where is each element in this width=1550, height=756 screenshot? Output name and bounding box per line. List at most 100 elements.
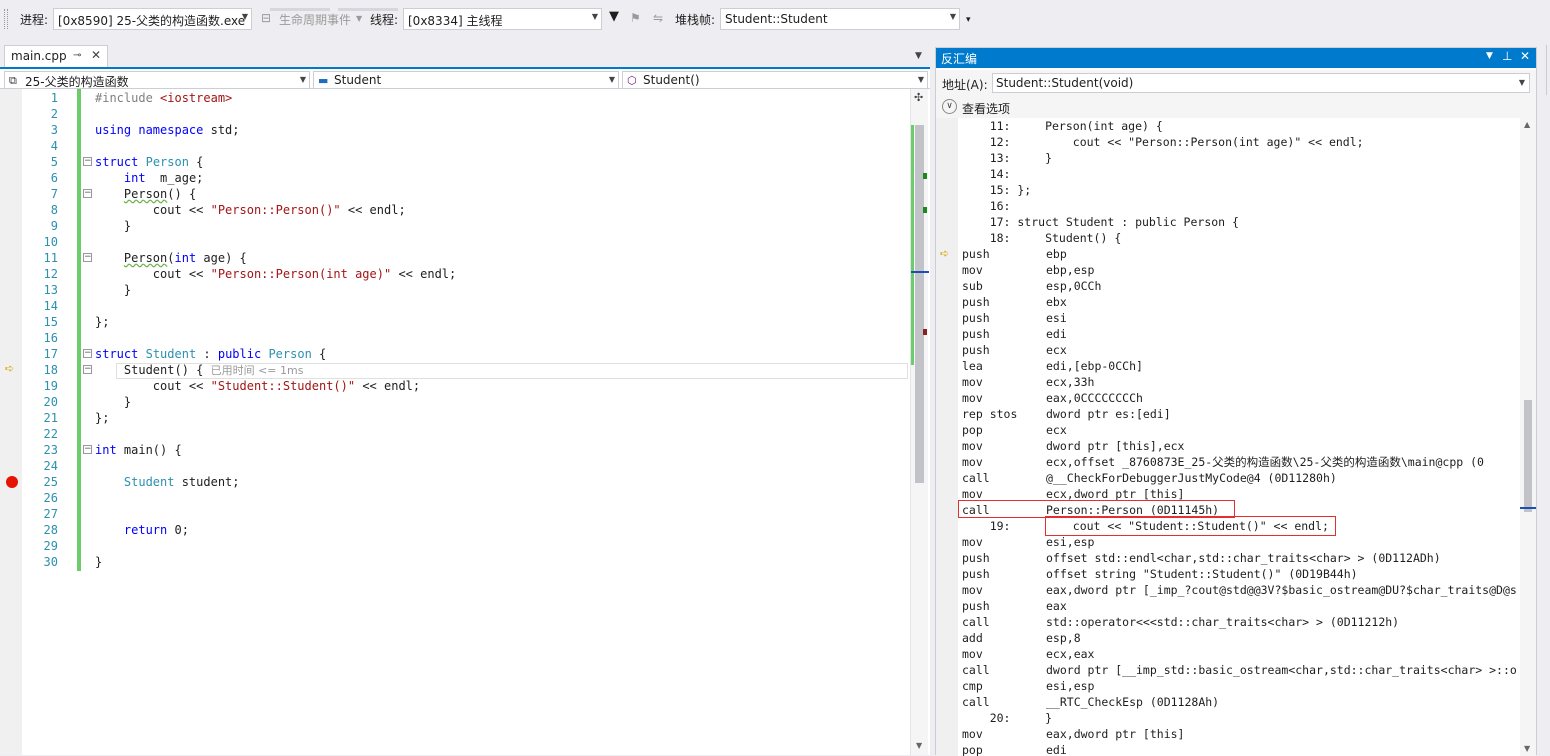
- asm-line: rep stos dword ptr es:[edi]: [962, 407, 1171, 421]
- asm-line: mov eax,dword ptr [_imp_?cout@std@@3V?$ba…: [962, 583, 1517, 597]
- address-value: Student::Student(void): [996, 76, 1134, 90]
- instruction-pointer-icon: ➪: [940, 247, 950, 260]
- tab-label: main.cpp: [11, 49, 67, 63]
- scrollbar-caret-marker: [1520, 507, 1536, 509]
- tab-overflow-icon[interactable]: ▼: [915, 51, 922, 61]
- source-line: 18: Student() {: [962, 231, 1122, 245]
- stack-frame-label: 堆栈帧:: [675, 13, 716, 27]
- code-line: 3 using namespace std;: [50, 123, 240, 137]
- code-editor[interactable]: ➪ − − − − − − 1 #include <iostream> 2 3 us…: [0, 89, 930, 755]
- method-icon: ⬡: [627, 74, 637, 87]
- lifecycle-icon: ⊟: [261, 11, 272, 25]
- process-label: 进程:: [20, 13, 49, 27]
- asm-line: mov ecx,offset _8760873E_25-父类的构造函数\25-父类…: [962, 455, 1484, 469]
- glyph-margin[interactable]: [0, 89, 22, 755]
- chevron-down-icon: ▼: [299, 75, 306, 84]
- project-icon: ⧉: [9, 74, 17, 87]
- asm-line: push ebx: [962, 295, 1067, 309]
- disassembly-window: 反汇编 ▼ ⊥ ✕ 地址(A): Student::Student(void) …: [935, 47, 1537, 756]
- toolbar-overflow-icon[interactable]: ▾: [966, 15, 971, 25]
- source-line: 13: }: [962, 151, 1053, 165]
- view-options-label: 查看选项: [962, 102, 1011, 116]
- source-line: 20: }: [962, 711, 1053, 725]
- scrollbar-change-map: [911, 125, 914, 365]
- asm-line: mov ecx,eax: [962, 647, 1095, 661]
- source-line: 16:: [962, 199, 1011, 213]
- pin-icon[interactable]: ⊸: [73, 50, 81, 61]
- disassembly-vertical-scrollbar[interactable]: ▲ ▼: [1520, 118, 1536, 756]
- stack-frame-dropdown[interactable]: Student::Student ▼: [720, 8, 960, 30]
- nav-project-value: 25-父类的构造函数: [25, 75, 129, 89]
- code-line: 30}: [43, 555, 103, 569]
- address-row: 地址(A): Student::Student(void) ▼: [936, 70, 1536, 96]
- source-line: 14:: [962, 167, 1011, 181]
- window-edge: [1538, 45, 1550, 755]
- asm-line: push offset string "Student::Student()" (…: [962, 567, 1358, 581]
- scroll-down-icon[interactable]: ▼: [916, 741, 922, 750]
- member-dropdown[interactable]: ⬡ Student() ▼: [622, 71, 928, 89]
- thread-dropdown[interactable]: [0x8334] 主线程 ▼: [403, 8, 602, 30]
- process-dropdown[interactable]: [0x8590] 25-父类的构造函数.exe ▼: [53, 8, 252, 30]
- disassembly-title-bar[interactable]: 反汇编 ▼ ⊥ ✕: [936, 48, 1536, 68]
- code-line: 19 cout << "Student::Student()" << endl;: [43, 379, 421, 393]
- window-menu-icon[interactable]: ▼: [1486, 51, 1493, 61]
- asm-line: mov eax,dword ptr [this]: [962, 727, 1185, 741]
- close-icon[interactable]: ✕: [1520, 49, 1530, 63]
- glyph-margin: [936, 118, 958, 756]
- disassembly-title: 反汇编: [941, 52, 978, 66]
- code-line: 10: [43, 235, 58, 249]
- pin-icon[interactable]: ⊥: [1502, 49, 1512, 63]
- tab-main-cpp[interactable]: main.cpp ⊸ ✕: [4, 45, 108, 67]
- source-line: 17: struct Student : public Person {: [962, 215, 1239, 229]
- asm-line: call __RTC_CheckEsp (0D1128Ah): [962, 695, 1220, 709]
- perf-tip[interactable]: 已用时间 <= 1ms: [211, 364, 304, 377]
- asm-line: pop edi: [962, 743, 1067, 756]
- chevron-down-icon[interactable]: ▼: [356, 14, 362, 23]
- breakpoint-icon[interactable]: [6, 476, 18, 488]
- code-line: 16: [43, 331, 58, 345]
- code-line: 11 Person(int age) {: [43, 251, 247, 265]
- disassembly-listing[interactable]: ➪ 11: Person(int age) { 12: cout << "Per…: [936, 118, 1536, 756]
- asm-line: push ecx: [962, 343, 1067, 357]
- asm-line: add esp,8: [962, 631, 1081, 645]
- navigation-bar: ⧉ 25-父类的构造函数 ▼ ▬ Student ▼ ⬡ Student() ▼: [0, 67, 930, 89]
- process-value: [0x8590] 25-父类的构造函数.exe: [58, 14, 246, 28]
- class-dropdown[interactable]: ▬ Student ▼: [313, 71, 619, 89]
- thread-label: 线程:: [370, 13, 399, 27]
- flag-icon[interactable]: ⚑: [630, 11, 641, 25]
- thread-value: [0x8334] 主线程: [408, 14, 503, 28]
- scrollbar-thumb[interactable]: [1524, 400, 1532, 512]
- chevron-down-icon: ▼: [917, 75, 924, 84]
- split-editor-icon[interactable]: ✣: [914, 91, 923, 104]
- code-line: 1 #include <iostream>: [50, 91, 233, 105]
- address-input[interactable]: Student::Student(void) ▼: [992, 73, 1530, 93]
- project-dropdown[interactable]: ⧉ 25-父类的构造函数 ▼: [4, 71, 310, 89]
- lifecycle-events-label[interactable]: 生命周期事件: [279, 11, 351, 28]
- chevron-down-icon: ▼: [608, 75, 615, 84]
- view-options-row[interactable]: ∨ 查看选项: [936, 96, 1536, 118]
- scrollbar-marker: [923, 173, 927, 179]
- filter-icon[interactable]: ▼: [609, 9, 619, 24]
- scrollbar-breakpoint-marker: [923, 329, 927, 335]
- address-label: 地址(A):: [942, 78, 988, 92]
- asm-line: sub esp,0CCh: [962, 279, 1102, 293]
- code-line: 15};: [43, 315, 110, 329]
- code-line: 13 }: [43, 283, 132, 297]
- expand-chevron-icon[interactable]: ∨: [942, 99, 957, 114]
- switch-threads-icon[interactable]: ⇋: [653, 11, 663, 25]
- source-line: 11: Person(int age) {: [962, 119, 1163, 133]
- source-line: 15: };: [962, 183, 1032, 197]
- editor-vertical-scrollbar[interactable]: ✣ ▼: [910, 89, 929, 755]
- code-line: 17 struct Student : public Person {: [43, 347, 327, 361]
- chevron-down-icon[interactable]: ▼: [1519, 78, 1525, 87]
- code-line: 25 Student student;: [43, 475, 240, 489]
- scroll-up-icon[interactable]: ▲: [1524, 120, 1530, 129]
- asm-line: call std::operator<<<std::char_traits<cha…: [962, 615, 1400, 629]
- toolbar-grip[interactable]: [4, 9, 8, 29]
- asm-line: pop ecx: [962, 423, 1067, 437]
- asm-line: push edi: [962, 327, 1067, 341]
- scroll-down-icon[interactable]: ▼: [1524, 744, 1530, 753]
- instruction-pointer-icon: ➪: [5, 362, 15, 375]
- close-icon[interactable]: ✕: [91, 48, 101, 62]
- code-line: 26: [43, 491, 58, 505]
